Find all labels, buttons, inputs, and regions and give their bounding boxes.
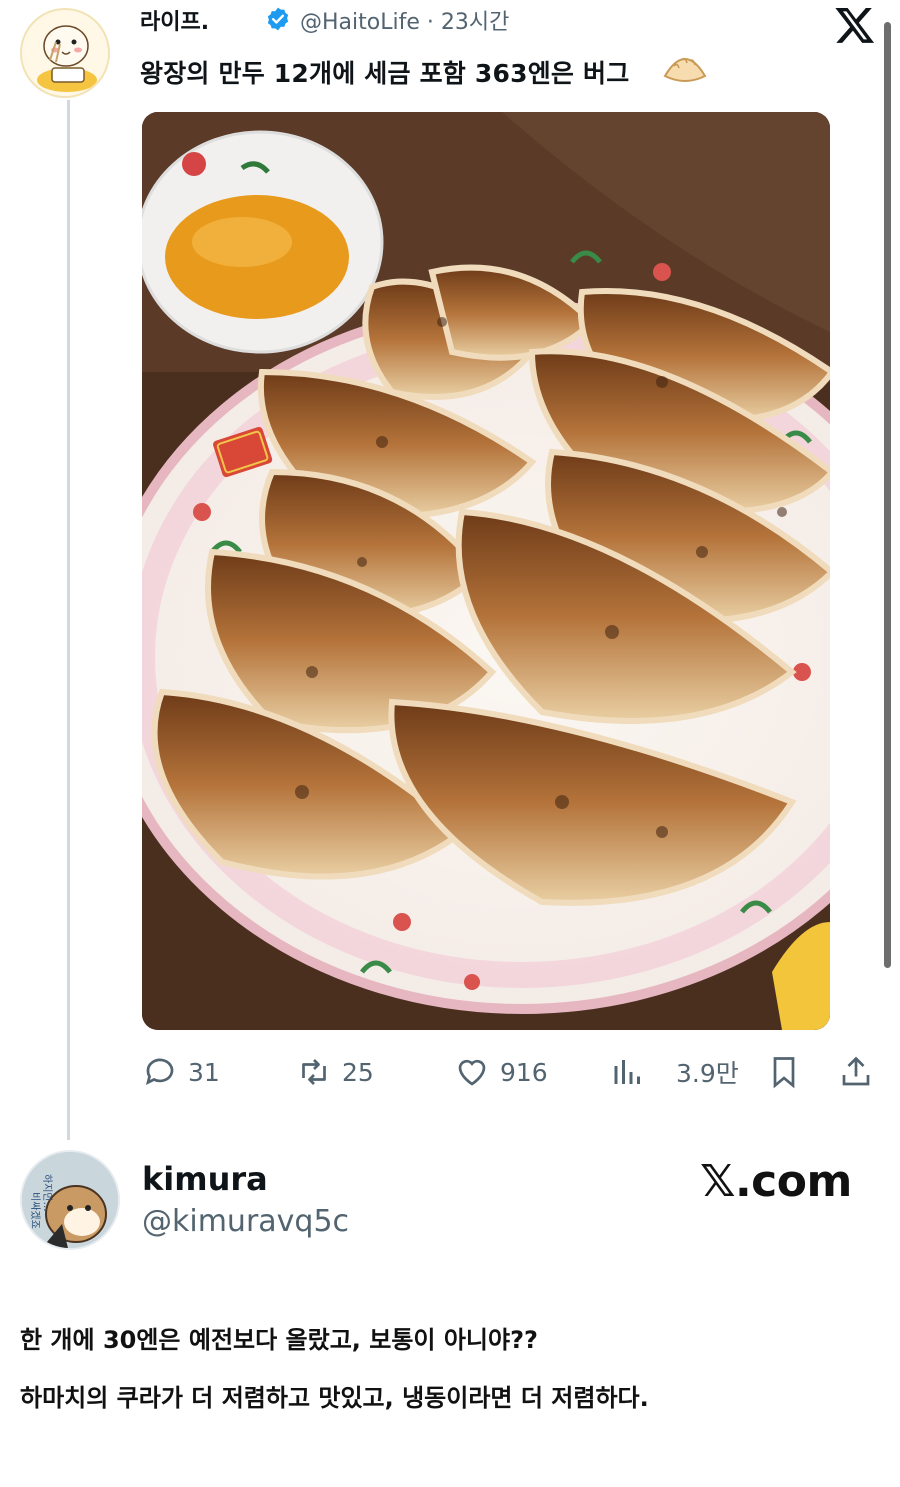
bookmark-icon	[773, 1057, 795, 1089]
reply-button[interactable]: 31	[142, 1052, 220, 1092]
author-avatar[interactable]	[20, 8, 110, 98]
reply-text-line-2: 하마치의 쿠라가 더 저렴하고 맛있고, 냉동이라면 더 저렴하다.	[20, 1384, 649, 1412]
reply-avatar[interactable]: 하지만… 비싸겠죠	[20, 1150, 120, 1250]
bookmark-button[interactable]	[766, 1052, 802, 1092]
author-name[interactable]: 라이프.	[140, 4, 209, 36]
author-handle-time[interactable]: @HaitoLife · 23시간	[300, 4, 509, 36]
views-chart-icon	[614, 1060, 640, 1084]
retweet-icon	[302, 1059, 326, 1085]
verified-badge-icon	[267, 7, 289, 31]
scrollbar[interactable]	[884, 22, 891, 968]
like-count: 916	[500, 1057, 548, 1087]
svg-text:비싸겠죠: 비싸겠죠	[29, 1192, 41, 1229]
x-logo-icon[interactable]	[834, 4, 876, 46]
views-button[interactable]: 3.9만	[610, 1052, 739, 1092]
tweet-text: 왕장의 만두 12개에 세금 포함 363엔은 버그	[140, 59, 630, 88]
retweet-count: 25	[342, 1057, 374, 1087]
thread-line	[67, 100, 70, 1140]
like-button[interactable]: 916	[454, 1052, 548, 1092]
dumpling-icon	[663, 57, 707, 82]
heart-icon	[458, 1059, 486, 1086]
views-count: 3.9만	[676, 1059, 739, 1088]
share-button[interactable]	[838, 1052, 874, 1092]
reply-text-line-1: 한 개에 30엔은 예전보다 올랐고, 보통이 아니야??	[20, 1326, 538, 1354]
tweet-photo[interactable]	[142, 112, 830, 1030]
reply-author-name[interactable]: kimura	[142, 1160, 268, 1198]
reply-icon	[145, 1058, 174, 1086]
share-icon	[842, 1056, 870, 1086]
retweet-button[interactable]: 25	[296, 1052, 374, 1092]
reply-count: 31	[188, 1057, 220, 1087]
reply-author-handle[interactable]: @kimuravq5c	[142, 1204, 349, 1239]
x-com-brand: 𝕏.com	[700, 1156, 852, 1207]
svg-text:하지만…: 하지만…	[41, 1174, 54, 1212]
